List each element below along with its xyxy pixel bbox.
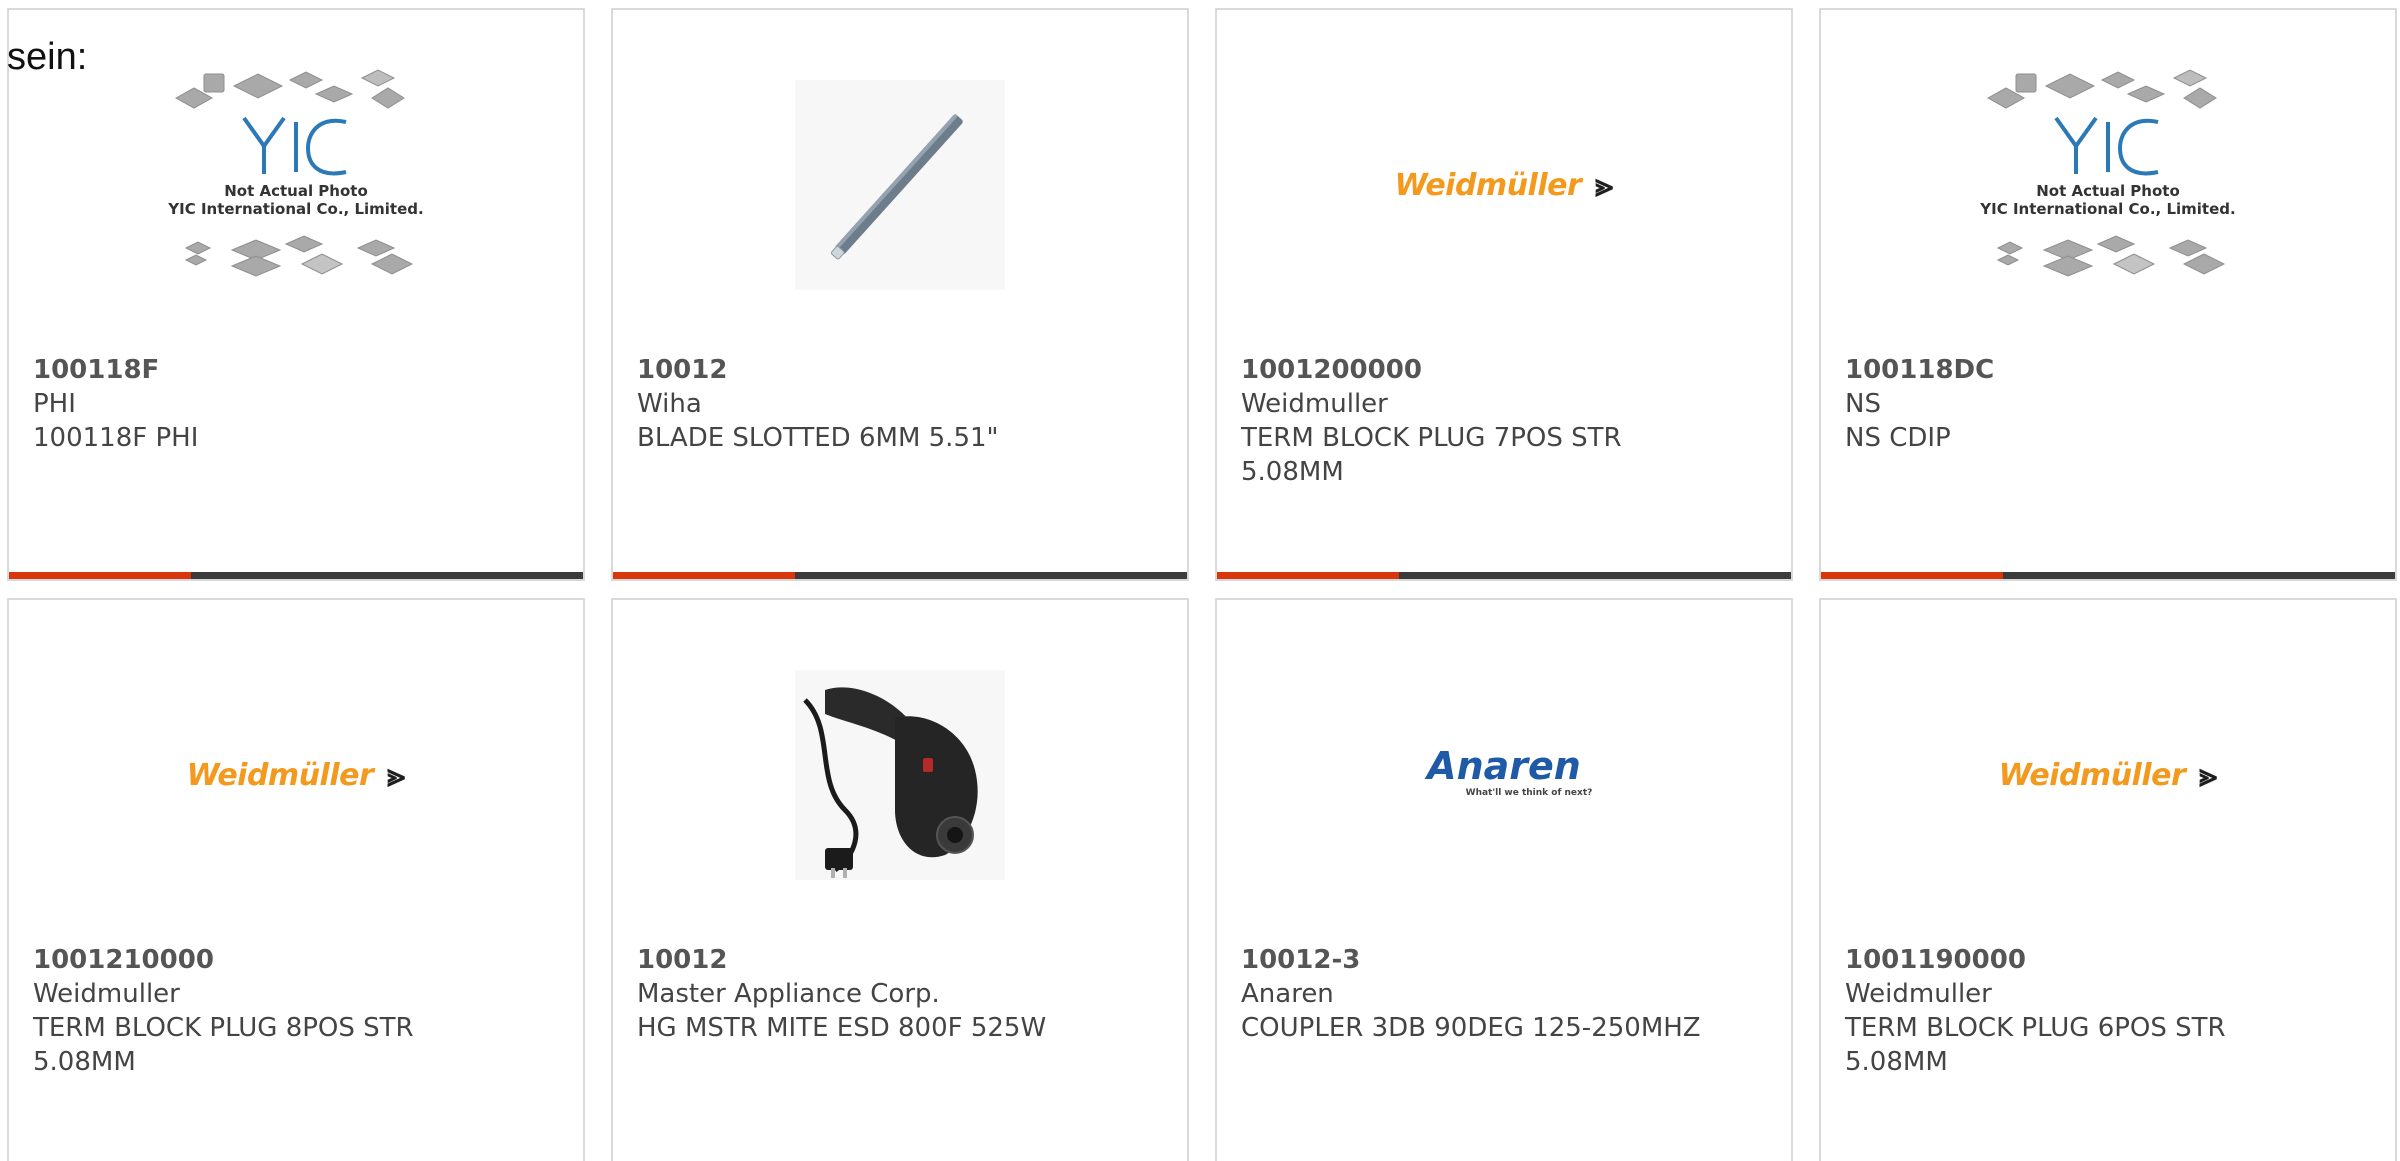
- manufacturer-name: PHI: [33, 389, 76, 419]
- anaren-tagline: What'll we think of next?: [1466, 788, 1593, 798]
- weidmuller-mark-icon: ⪢: [387, 755, 406, 794]
- product-description: TERM BLOCK PLUG 8POS STR 5.08MM: [33, 1013, 414, 1077]
- part-number-link[interactable]: 10012-3: [1241, 943, 1721, 977]
- product-card[interactable]: 10012 Master Appliance Corp. HG MSTR MIT…: [611, 598, 1189, 1161]
- weidmuller-wordmark: Weidmüller: [1394, 167, 1582, 203]
- product-card[interactable]: Not Actual Photo YIC International Co., …: [1819, 8, 2397, 581]
- part-number-link[interactable]: 1001190000: [1845, 943, 2325, 977]
- weidmuller-wordmark: Weidmüller: [1998, 757, 2186, 793]
- manufacturer-name: Anaren: [1241, 979, 1334, 1009]
- product-card[interactable]: Not Actual Photo YIC International Co., …: [7, 8, 585, 581]
- part-number-link[interactable]: 1001210000: [33, 943, 513, 977]
- product-info: 10012-3 Anaren COUPLER 3DB 90DEG 125-250…: [1241, 943, 1721, 1045]
- card-accent-bar: [1217, 572, 1399, 579]
- card-accent-bar: [613, 572, 795, 579]
- product-description: HG MSTR MITE ESD 800F 525W: [637, 1013, 1047, 1043]
- product-info: 10012 Master Appliance Corp. HG MSTR MIT…: [637, 943, 1117, 1045]
- weidmuller-logo: Weidmüller ⪢: [187, 756, 406, 795]
- card-accent-bar: [1821, 572, 2003, 579]
- anaren-wordmark: Anaren: [1424, 745, 1581, 788]
- product-card[interactable]: Anaren What'll we think of next? 10012-3…: [1215, 598, 1793, 1161]
- product-grid-page: sein: Not Actual Photo YIC International…: [0, 0, 2400, 1161]
- product-info: 1001210000 Weidmuller TERM BLOCK PLUG 8P…: [33, 943, 513, 1079]
- product-image[interactable]: [613, 650, 1187, 900]
- product-description: NS CDIP: [1845, 423, 1951, 453]
- placeholder-line1: Not Actual Photo: [2036, 182, 2180, 200]
- placeholder-line1: Not Actual Photo: [224, 182, 368, 200]
- product-description: 100118F PHI: [33, 423, 199, 453]
- product-info: 100118F PHI 100118F PHI: [33, 353, 513, 455]
- product-card[interactable]: Weidmüller ⪢ 1001190000 Weidmuller TERM …: [1819, 598, 2397, 1161]
- part-number-link[interactable]: 10012: [637, 353, 1117, 387]
- weidmuller-wordmark: Weidmüller: [186, 757, 374, 793]
- product-info: 100118DC NS NS CDIP: [1845, 353, 2325, 455]
- heat-gun-image: [795, 670, 1005, 880]
- product-image[interactable]: Not Actual Photo YIC International Co., …: [1821, 60, 2395, 310]
- weidmuller-mark-icon: ⪢: [1595, 165, 1614, 204]
- product-image[interactable]: Anaren What'll we think of next?: [1217, 650, 1791, 900]
- weidmuller-logo: Weidmüller ⪢: [1999, 756, 2218, 795]
- product-info: 1001190000 Weidmuller TERM BLOCK PLUG 6P…: [1845, 943, 2325, 1079]
- weidmuller-logo: Weidmüller ⪢: [1395, 166, 1614, 205]
- manufacturer-name: Master Appliance Corp.: [637, 979, 940, 1009]
- yic-placeholder-image: Not Actual Photo YIC International Co., …: [1979, 69, 2236, 277]
- product-image[interactable]: [613, 60, 1187, 310]
- manufacturer-name: Wiha: [637, 389, 702, 419]
- placeholder-line2: YIC International Co., Limited.: [1979, 200, 2235, 218]
- product-description: BLADE SLOTTED 6MM 5.51": [637, 423, 999, 453]
- part-number-link[interactable]: 10012: [637, 943, 1117, 977]
- placeholder-line2: YIC International Co., Limited.: [167, 200, 423, 218]
- product-description: COUPLER 3DB 90DEG 125-250MHZ: [1241, 1013, 1701, 1043]
- manufacturer-name: Weidmuller: [33, 979, 180, 1009]
- product-card[interactable]: 10012 Wiha BLADE SLOTTED 6MM 5.51": [611, 8, 1189, 581]
- product-card[interactable]: Weidmüller ⪢ 1001210000 Weidmuller TERM …: [7, 598, 585, 1161]
- product-image[interactable]: Weidmüller ⪢: [9, 650, 583, 900]
- part-number-link[interactable]: 100118DC: [1845, 353, 2325, 387]
- weidmuller-mark-icon: ⪢: [2199, 755, 2218, 794]
- yic-placeholder-image: Not Actual Photo YIC International Co., …: [167, 69, 424, 277]
- product-image[interactable]: Not Actual Photo YIC International Co., …: [9, 60, 583, 310]
- manufacturer-name: Weidmuller: [1241, 389, 1388, 419]
- product-description: TERM BLOCK PLUG 7POS STR 5.08MM: [1241, 423, 1622, 487]
- intro-text: sein:: [7, 36, 88, 78]
- part-number-link[interactable]: 100118F: [33, 353, 513, 387]
- product-grid: Not Actual Photo YIC International Co., …: [0, 0, 2400, 1161]
- product-description: TERM BLOCK PLUG 6POS STR 5.08MM: [1845, 1013, 2226, 1077]
- manufacturer-name: NS: [1845, 389, 1881, 419]
- product-image[interactable]: Weidmüller ⪢: [1217, 60, 1791, 310]
- manufacturer-name: Weidmuller: [1845, 979, 1992, 1009]
- part-number-link[interactable]: 1001200000: [1241, 353, 1721, 387]
- product-info: 1001200000 Weidmuller TERM BLOCK PLUG 7P…: [1241, 353, 1721, 489]
- product-info: 10012 Wiha BLADE SLOTTED 6MM 5.51": [637, 353, 1117, 455]
- product-card[interactable]: Weidmüller ⪢ 1001200000 Weidmuller TERM …: [1215, 8, 1793, 581]
- screwdriver-blade-image: [795, 80, 1005, 290]
- card-accent-bar: [9, 572, 191, 579]
- product-image[interactable]: Weidmüller ⪢: [1821, 650, 2395, 900]
- anaren-logo: Anaren What'll we think of next?: [1424, 745, 1593, 798]
